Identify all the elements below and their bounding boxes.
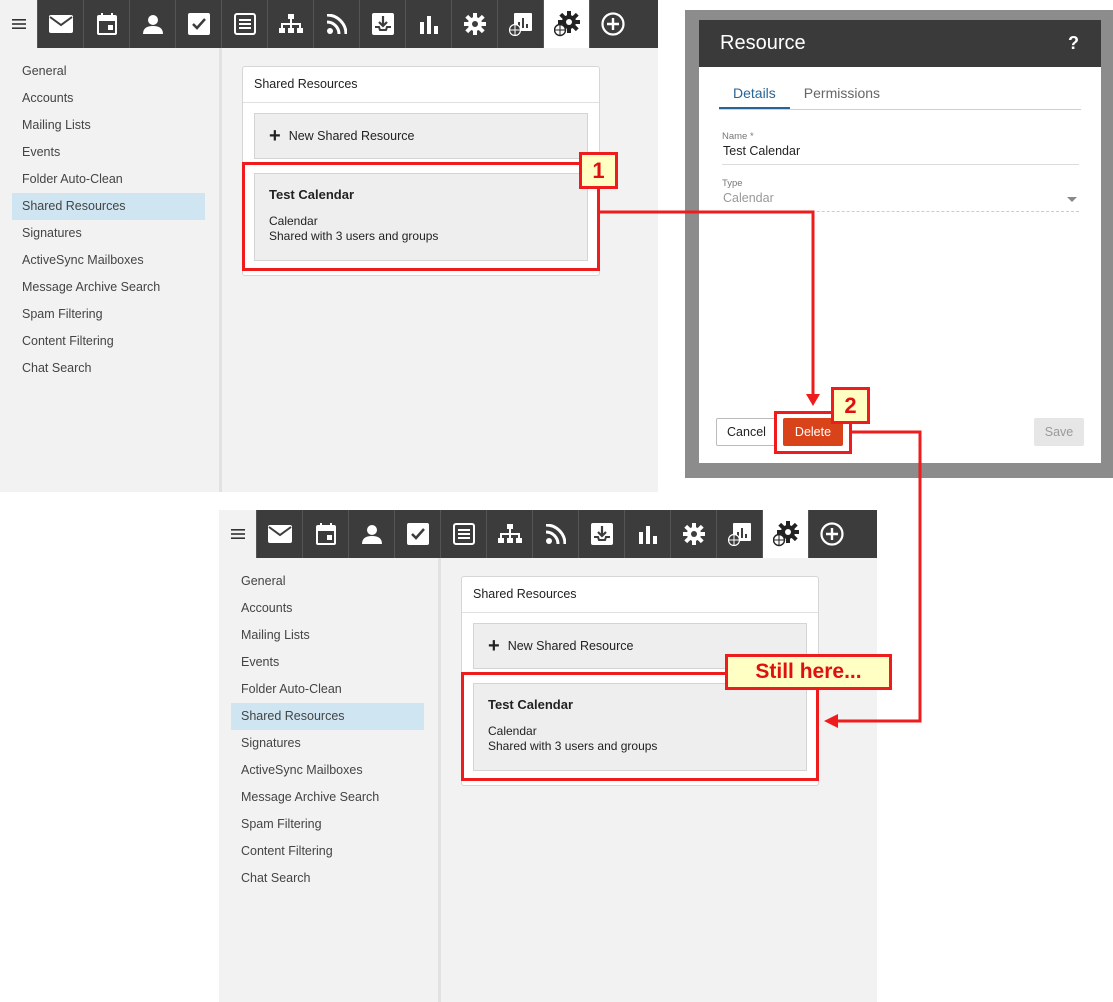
connector-arrows — [600, 210, 922, 728]
still-here-note: Still here... — [725, 654, 892, 690]
step-1-badge: 1 — [579, 152, 618, 189]
step-2-badge: 2 — [831, 387, 870, 424]
